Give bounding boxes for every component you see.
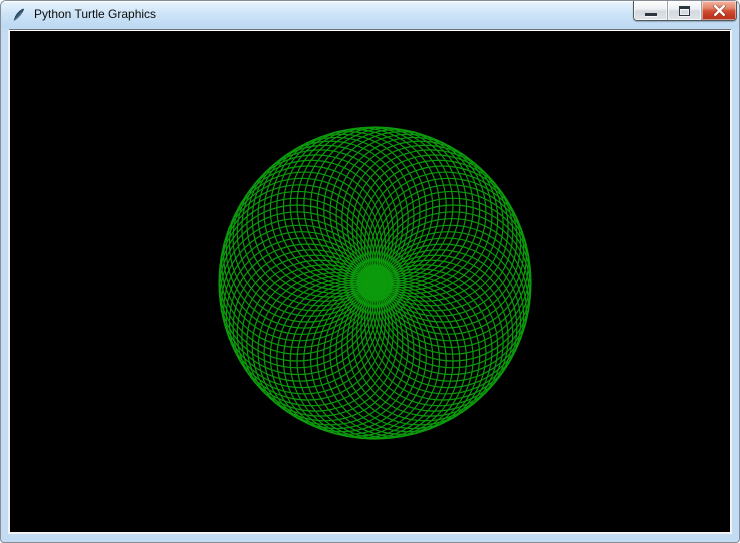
titlebar[interactable]: Python Turtle Graphics [1, 1, 739, 28]
canvas-border [8, 29, 732, 534]
turtle-graphics-window: Python Turtle Graphics [0, 0, 740, 543]
window-title: Python Turtle Graphics [34, 7, 157, 21]
minimize-button[interactable] [634, 1, 668, 20]
window-controls [633, 1, 737, 21]
minimize-icon [644, 12, 657, 16]
turtle-canvas [10, 30, 730, 532]
close-icon [712, 5, 726, 16]
maximize-button[interactable] [668, 1, 702, 20]
maximize-icon [679, 5, 690, 16]
tk-feather-icon[interactable] [11, 7, 27, 23]
turtle-cursor [368, 277, 382, 289]
close-button[interactable] [702, 1, 736, 20]
client-area [1, 28, 739, 542]
